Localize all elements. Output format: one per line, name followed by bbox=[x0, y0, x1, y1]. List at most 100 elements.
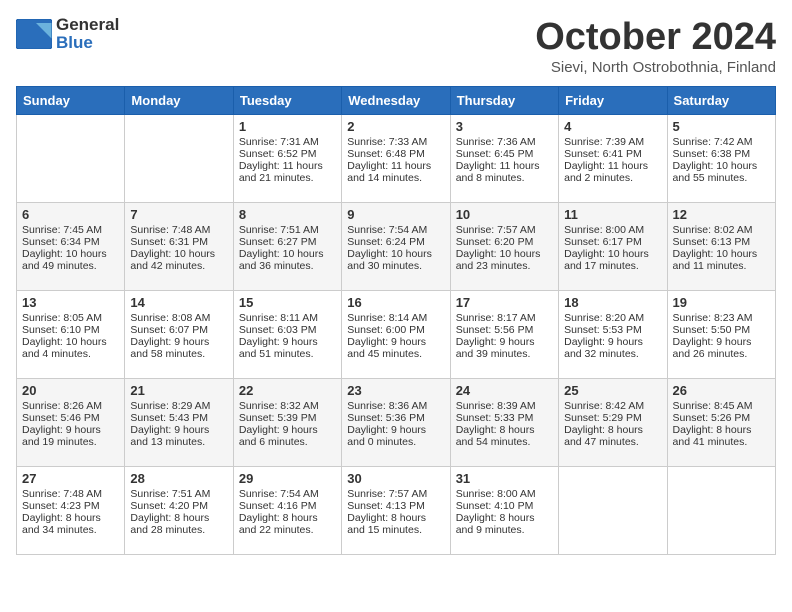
sunset-text: Sunset: 6:52 PM bbox=[239, 148, 336, 160]
calendar-cell: 12Sunrise: 8:02 AMSunset: 6:13 PMDayligh… bbox=[667, 203, 775, 291]
sunrise-text: Sunrise: 7:54 AM bbox=[347, 224, 444, 236]
sunset-text: Sunset: 4:23 PM bbox=[22, 500, 119, 512]
calendar-cell: 21Sunrise: 8:29 AMSunset: 5:43 PMDayligh… bbox=[125, 379, 233, 467]
day-number: 6 bbox=[22, 207, 119, 222]
sunrise-text: Sunrise: 8:14 AM bbox=[347, 312, 444, 324]
sunrise-text: Sunrise: 8:26 AM bbox=[22, 400, 119, 412]
header: General Blue October 2024 Sievi, North O… bbox=[16, 16, 776, 76]
day-number: 19 bbox=[673, 295, 770, 310]
sunrise-text: Sunrise: 8:20 AM bbox=[564, 312, 661, 324]
calendar-cell: 7Sunrise: 7:48 AMSunset: 6:31 PMDaylight… bbox=[125, 203, 233, 291]
daylight-text: Daylight: 10 hours and 11 minutes. bbox=[673, 248, 770, 272]
sunset-text: Sunset: 6:38 PM bbox=[673, 148, 770, 160]
sunset-text: Sunset: 5:53 PM bbox=[564, 324, 661, 336]
sunrise-text: Sunrise: 7:51 AM bbox=[239, 224, 336, 236]
day-number: 3 bbox=[456, 119, 553, 134]
sunrise-text: Sunrise: 7:33 AM bbox=[347, 136, 444, 148]
daylight-text: Daylight: 11 hours and 2 minutes. bbox=[564, 160, 661, 184]
day-number: 14 bbox=[130, 295, 227, 310]
weekday-header-wednesday: Wednesday bbox=[342, 87, 450, 115]
daylight-text: Daylight: 10 hours and 55 minutes. bbox=[673, 160, 770, 184]
calendar-cell: 23Sunrise: 8:36 AMSunset: 5:36 PMDayligh… bbox=[342, 379, 450, 467]
sunset-text: Sunset: 5:26 PM bbox=[673, 412, 770, 424]
day-number: 27 bbox=[22, 471, 119, 486]
daylight-text: Daylight: 10 hours and 17 minutes. bbox=[564, 248, 661, 272]
calendar-cell: 25Sunrise: 8:42 AMSunset: 5:29 PMDayligh… bbox=[559, 379, 667, 467]
weekday-header-tuesday: Tuesday bbox=[233, 87, 341, 115]
day-number: 13 bbox=[22, 295, 119, 310]
calendar-cell: 13 Sunrise: 8:05 AMSunset: 6:10 PMDayligh… bbox=[17, 291, 125, 379]
sunrise-text: Sunrise: 7:57 AM bbox=[347, 488, 444, 500]
daylight-text: Daylight: 10 hours and 4 minutes. bbox=[22, 336, 119, 360]
calendar-cell: 24Sunrise: 8:39 AMSunset: 5:33 PMDayligh… bbox=[450, 379, 558, 467]
day-number: 23 bbox=[347, 383, 444, 398]
calendar-cell: 26Sunrise: 8:45 AMSunset: 5:26 PMDayligh… bbox=[667, 379, 775, 467]
daylight-text: Daylight: 11 hours and 8 minutes. bbox=[456, 160, 553, 184]
day-number: 30 bbox=[347, 471, 444, 486]
day-number: 16 bbox=[347, 295, 444, 310]
calendar-cell: 6Sunrise: 7:45 AMSunset: 6:34 PMDaylight… bbox=[17, 203, 125, 291]
sunrise-text: Sunrise: 8:23 AM bbox=[673, 312, 770, 324]
daylight-text: Daylight: 10 hours and 36 minutes. bbox=[239, 248, 336, 272]
sunset-text: Sunset: 6:41 PM bbox=[564, 148, 661, 160]
daylight-text: Daylight: 9 hours and 32 minutes. bbox=[564, 336, 661, 360]
daylight-text: Daylight: 8 hours and 9 minutes. bbox=[456, 512, 553, 536]
sunrise-text: Sunrise: 8:00 AM bbox=[456, 488, 553, 500]
daylight-text: Daylight: 8 hours and 28 minutes. bbox=[130, 512, 227, 536]
calendar-cell: 15Sunrise: 8:11 AMSunset: 6:03 PMDayligh… bbox=[233, 291, 341, 379]
calendar-cell: 9Sunrise: 7:54 AMSunset: 6:24 PMDaylight… bbox=[342, 203, 450, 291]
sunset-text: Sunset: 6:07 PM bbox=[130, 324, 227, 336]
calendar-cell: 22Sunrise: 8:32 AMSunset: 5:39 PMDayligh… bbox=[233, 379, 341, 467]
sunset-text: Sunset: 6:10 PM bbox=[22, 324, 119, 336]
day-number: 7 bbox=[130, 207, 227, 222]
daylight-text: Daylight: 8 hours and 41 minutes. bbox=[673, 424, 770, 448]
sunset-text: Sunset: 6:17 PM bbox=[564, 236, 661, 248]
sunrise-text: Sunrise: 7:39 AM bbox=[564, 136, 661, 148]
logo-text-general: General bbox=[56, 15, 119, 34]
sunrise-text: Sunrise: 7:42 AM bbox=[673, 136, 770, 148]
sunrise-text: Sunrise: 7:48 AM bbox=[22, 488, 119, 500]
week-row-2: 6Sunrise: 7:45 AMSunset: 6:34 PMDaylight… bbox=[17, 203, 776, 291]
daylight-text: Daylight: 9 hours and 45 minutes. bbox=[347, 336, 444, 360]
day-number: 5 bbox=[673, 119, 770, 134]
daylight-text: Daylight: 9 hours and 58 minutes. bbox=[130, 336, 227, 360]
sunrise-text: Sunrise: 7:36 AM bbox=[456, 136, 553, 148]
calendar-cell bbox=[125, 115, 233, 203]
sunset-text: Sunset: 4:13 PM bbox=[347, 500, 444, 512]
sunset-text: Sunset: 4:16 PM bbox=[239, 500, 336, 512]
sunrise-text: Sunrise: 7:31 AM bbox=[239, 136, 336, 148]
sunrise-text: Sunrise: 8:05 AM bbox=[22, 312, 119, 324]
calendar-cell: 19Sunrise: 8:23 AMSunset: 5:50 PMDayligh… bbox=[667, 291, 775, 379]
sunset-text: Sunset: 4:20 PM bbox=[130, 500, 227, 512]
sunset-text: Sunset: 6:03 PM bbox=[239, 324, 336, 336]
weekday-header-thursday: Thursday bbox=[450, 87, 558, 115]
daylight-text: Daylight: 8 hours and 47 minutes. bbox=[564, 424, 661, 448]
calendar-cell: 17Sunrise: 8:17 AMSunset: 5:56 PMDayligh… bbox=[450, 291, 558, 379]
day-number: 15 bbox=[239, 295, 336, 310]
day-number: 20 bbox=[22, 383, 119, 398]
calendar-cell: 18Sunrise: 8:20 AMSunset: 5:53 PMDayligh… bbox=[559, 291, 667, 379]
calendar-cell: 16 Sunrise: 8:14 AMSunset: 6:00 PMDayligh… bbox=[342, 291, 450, 379]
calendar-cell: 11Sunrise: 8:00 AMSunset: 6:17 PMDayligh… bbox=[559, 203, 667, 291]
calendar-cell: 8Sunrise: 7:51 AMSunset: 6:27 PMDaylight… bbox=[233, 203, 341, 291]
sunset-text: Sunset: 6:00 PM bbox=[347, 324, 444, 336]
logo-text-blue: Blue bbox=[56, 33, 93, 52]
calendar-cell: 29Sunrise: 7:54 AMSunset: 4:16 PMDayligh… bbox=[233, 467, 341, 555]
title-area: October 2024 Sievi, North Ostrobothnia, … bbox=[535, 16, 776, 76]
day-number: 25 bbox=[564, 383, 661, 398]
calendar-cell bbox=[667, 467, 775, 555]
sunrise-text: Sunrise: 8:00 AM bbox=[564, 224, 661, 236]
sunset-text: Sunset: 6:13 PM bbox=[673, 236, 770, 248]
day-number: 2 bbox=[347, 119, 444, 134]
day-number: 22 bbox=[239, 383, 336, 398]
sunset-text: Sunset: 6:45 PM bbox=[456, 148, 553, 160]
daylight-text: Daylight: 9 hours and 26 minutes. bbox=[673, 336, 770, 360]
daylight-text: Daylight: 10 hours and 49 minutes. bbox=[22, 248, 119, 272]
sunrise-text: Sunrise: 8:45 AM bbox=[673, 400, 770, 412]
calendar-table: SundayMondayTuesdayWednesdayThursdayFrid… bbox=[16, 86, 776, 555]
sunrise-text: Sunrise: 8:42 AM bbox=[564, 400, 661, 412]
calendar-cell: 20Sunrise: 8:26 AMSunset: 5:46 PMDayligh… bbox=[17, 379, 125, 467]
sunset-text: Sunset: 5:36 PM bbox=[347, 412, 444, 424]
daylight-text: Daylight: 9 hours and 0 minutes. bbox=[347, 424, 444, 448]
day-number: 17 bbox=[456, 295, 553, 310]
